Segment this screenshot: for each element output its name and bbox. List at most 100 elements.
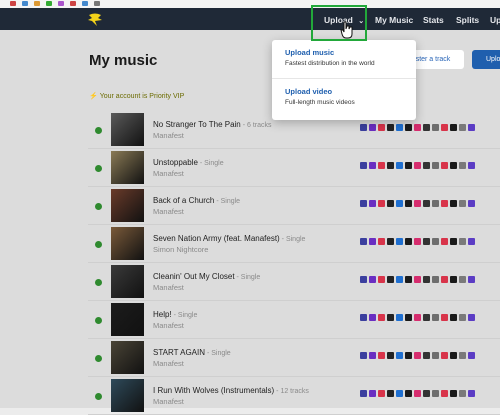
track-title[interactable]: No Stranger To The Pain - 6 tracks bbox=[153, 120, 272, 129]
store-badge-icon[interactable] bbox=[423, 352, 430, 359]
store-badge-icon[interactable] bbox=[396, 124, 403, 131]
store-badge-icon[interactable] bbox=[378, 162, 385, 169]
store-badge-icon[interactable] bbox=[459, 390, 466, 397]
store-badge-icon[interactable] bbox=[468, 390, 475, 397]
track-artist[interactable]: Manafest bbox=[153, 283, 184, 292]
store-badge-icon[interactable] bbox=[387, 390, 394, 397]
album-cover-image[interactable] bbox=[111, 303, 144, 336]
bookmark-icon[interactable] bbox=[34, 1, 40, 6]
store-badge-icon[interactable] bbox=[405, 352, 412, 359]
store-badge-icon[interactable] bbox=[387, 352, 394, 359]
store-badge-icon[interactable] bbox=[459, 124, 466, 131]
store-badge-icon[interactable] bbox=[387, 162, 394, 169]
store-badge-icon[interactable] bbox=[450, 200, 457, 207]
album-cover-image[interactable] bbox=[111, 227, 144, 260]
track-row[interactable]: Help! - Single Manafest bbox=[88, 300, 500, 339]
track-title[interactable]: Cleanin' Out My Closet - Single bbox=[153, 272, 260, 281]
store-badge-icon[interactable] bbox=[432, 390, 439, 397]
track-title[interactable]: START AGAIN - Single bbox=[153, 348, 231, 357]
store-badge-icon[interactable] bbox=[378, 200, 385, 207]
store-badge-icon[interactable] bbox=[405, 276, 412, 283]
store-badge-icon[interactable] bbox=[369, 390, 376, 397]
store-badge-icon[interactable] bbox=[378, 352, 385, 359]
store-badge-icon[interactable] bbox=[432, 238, 439, 245]
store-badge-icon[interactable] bbox=[441, 124, 448, 131]
nav-my-music[interactable]: My Music bbox=[375, 15, 413, 25]
store-badge-icon[interactable] bbox=[414, 276, 421, 283]
store-badge-icon[interactable] bbox=[405, 390, 412, 397]
store-badge-icon[interactable] bbox=[432, 314, 439, 321]
store-badge-icon[interactable] bbox=[441, 390, 448, 397]
store-badge-icon[interactable] bbox=[423, 162, 430, 169]
store-badge-icon[interactable] bbox=[360, 352, 367, 359]
store-badge-icon[interactable] bbox=[405, 314, 412, 321]
store-badge-icon[interactable] bbox=[387, 124, 394, 131]
store-badge-icon[interactable] bbox=[414, 314, 421, 321]
bookmark-icon[interactable] bbox=[70, 1, 76, 6]
track-artist[interactable]: Manafest bbox=[153, 131, 184, 140]
store-badge-icon[interactable] bbox=[423, 200, 430, 207]
store-badge-icon[interactable] bbox=[396, 200, 403, 207]
album-cover-image[interactable] bbox=[111, 379, 144, 412]
nav-upload-truncated[interactable]: Up bbox=[490, 15, 500, 25]
track-row[interactable]: START AGAIN - Single Manafest bbox=[88, 338, 500, 377]
track-artist[interactable]: Simon Nightcore bbox=[153, 245, 208, 254]
store-badge-icon[interactable] bbox=[450, 352, 457, 359]
bookmark-icon[interactable] bbox=[94, 1, 100, 6]
album-cover-image[interactable] bbox=[111, 341, 144, 374]
store-badge-icon[interactable] bbox=[459, 314, 466, 321]
store-badge-icon[interactable] bbox=[378, 238, 385, 245]
brand-logo-icon[interactable] bbox=[86, 12, 104, 28]
store-badge-icon[interactable] bbox=[414, 352, 421, 359]
store-badge-icon[interactable] bbox=[414, 124, 421, 131]
store-badge-icon[interactable] bbox=[414, 162, 421, 169]
track-row[interactable]: Seven Nation Army (feat. Manafest) - Sin… bbox=[88, 224, 500, 263]
store-badge-icon[interactable] bbox=[459, 276, 466, 283]
store-badge-icon[interactable] bbox=[423, 276, 430, 283]
store-badge-icon[interactable] bbox=[405, 200, 412, 207]
store-badge-icon[interactable] bbox=[396, 162, 403, 169]
store-badge-icon[interactable] bbox=[387, 200, 394, 207]
nav-stats[interactable]: Stats bbox=[423, 15, 444, 25]
nav-splits[interactable]: Splits bbox=[456, 15, 479, 25]
track-title[interactable]: Back of a Church - Single bbox=[153, 196, 240, 205]
store-badge-icon[interactable] bbox=[468, 124, 475, 131]
store-badge-icon[interactable] bbox=[387, 276, 394, 283]
store-badge-icon[interactable] bbox=[360, 162, 367, 169]
store-badge-icon[interactable] bbox=[360, 124, 367, 131]
store-badge-icon[interactable] bbox=[432, 124, 439, 131]
store-badge-icon[interactable] bbox=[360, 314, 367, 321]
store-badge-icon[interactable] bbox=[468, 238, 475, 245]
bookmark-icon[interactable] bbox=[46, 1, 52, 6]
store-badge-icon[interactable] bbox=[387, 314, 394, 321]
track-artist[interactable]: Manafest bbox=[153, 169, 184, 178]
track-title[interactable]: Unstoppable - Single bbox=[153, 158, 224, 167]
track-artist[interactable]: Manafest bbox=[153, 321, 184, 330]
store-badge-icon[interactable] bbox=[468, 276, 475, 283]
store-badge-icon[interactable] bbox=[441, 200, 448, 207]
store-badge-icon[interactable] bbox=[396, 314, 403, 321]
store-badge-icon[interactable] bbox=[360, 200, 367, 207]
track-row[interactable]: Cleanin' Out My Closet - Single Manafest bbox=[88, 262, 500, 301]
store-badge-icon[interactable] bbox=[396, 238, 403, 245]
store-badge-icon[interactable] bbox=[432, 352, 439, 359]
store-badge-icon[interactable] bbox=[360, 390, 367, 397]
track-title[interactable]: I Run With Wolves (Instrumentals) - 12 t… bbox=[153, 386, 309, 395]
store-badge-icon[interactable] bbox=[378, 276, 385, 283]
store-badge-icon[interactable] bbox=[468, 352, 475, 359]
store-badge-icon[interactable] bbox=[459, 200, 466, 207]
store-badge-icon[interactable] bbox=[432, 162, 439, 169]
store-badge-icon[interactable] bbox=[396, 390, 403, 397]
track-row[interactable]: I Run With Wolves (Instrumentals) - 12 t… bbox=[88, 376, 500, 415]
store-badge-icon[interactable] bbox=[369, 314, 376, 321]
track-title[interactable]: Seven Nation Army (feat. Manafest) - Sin… bbox=[153, 234, 305, 243]
store-badge-icon[interactable] bbox=[441, 162, 448, 169]
store-badge-icon[interactable] bbox=[360, 238, 367, 245]
store-badge-icon[interactable] bbox=[468, 162, 475, 169]
store-badge-icon[interactable] bbox=[396, 276, 403, 283]
store-badge-icon[interactable] bbox=[414, 390, 421, 397]
track-artist[interactable]: Manafest bbox=[153, 359, 184, 368]
store-badge-icon[interactable] bbox=[441, 352, 448, 359]
bookmark-icon[interactable] bbox=[58, 1, 64, 6]
store-badge-icon[interactable] bbox=[468, 314, 475, 321]
